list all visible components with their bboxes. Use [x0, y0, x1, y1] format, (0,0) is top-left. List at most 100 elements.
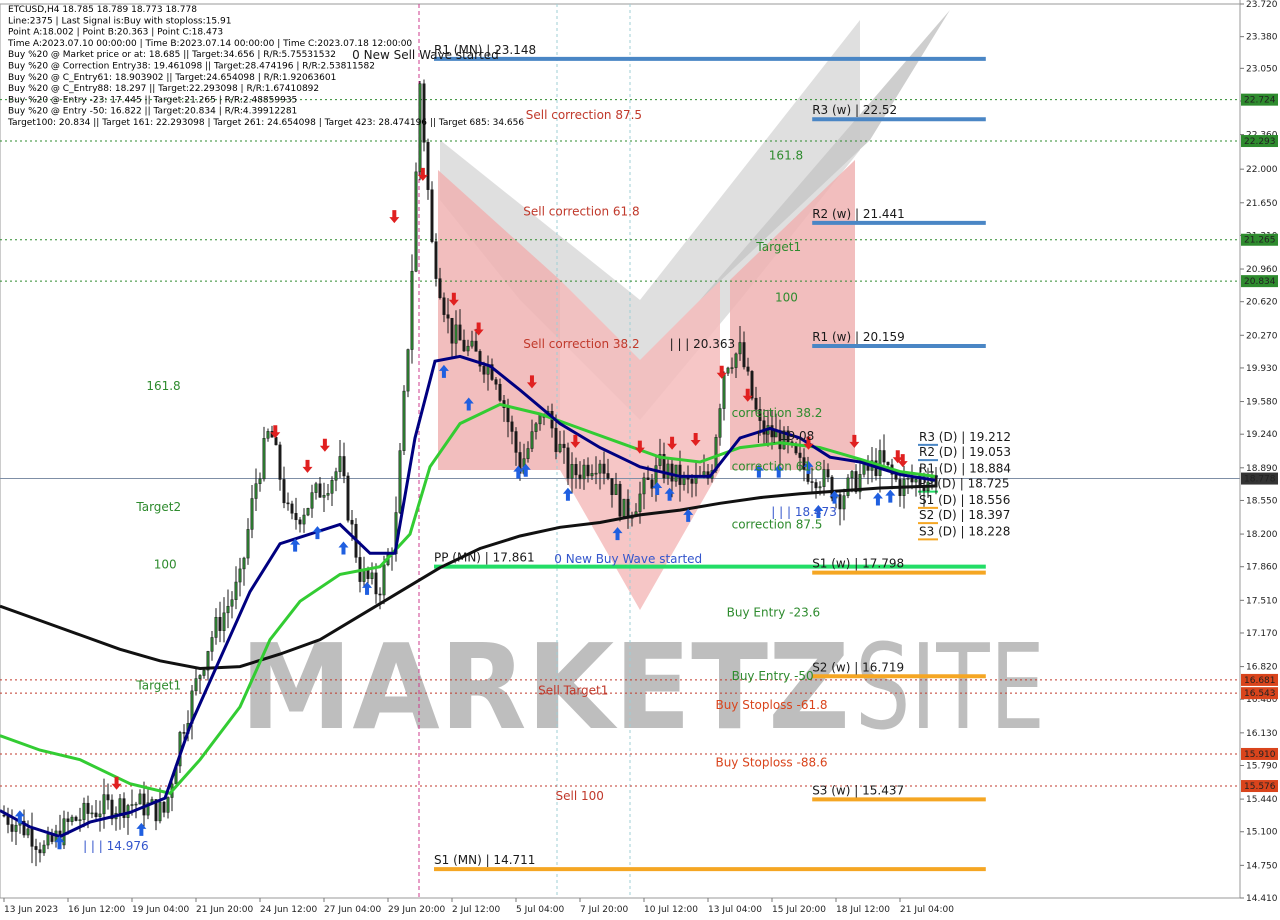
time-tick-label: 13 Jul 04:00 — [708, 905, 762, 915]
daily-pivot-label: R2 (D) | 19.053 — [919, 445, 1011, 459]
chart-annotation: 161.8 — [769, 149, 803, 163]
time-tick-label: 15 Jul 20:00 — [772, 905, 826, 915]
candle-body — [246, 529, 250, 559]
price-tick-label: 18.200 — [1246, 530, 1278, 540]
candle-body — [450, 317, 454, 344]
price-tag-label: 16.681 — [1244, 676, 1276, 686]
candle-body — [582, 464, 586, 480]
candle-body — [290, 503, 294, 514]
candle-body — [906, 478, 910, 480]
candle-body — [182, 732, 186, 734]
candle-body — [94, 812, 98, 817]
chart-annotation: 100 — [154, 558, 177, 572]
candle-body — [914, 479, 918, 483]
candle-body — [734, 353, 738, 368]
candle-body — [70, 816, 74, 822]
time-tick-label: 13 Jun 2023 — [4, 905, 58, 915]
price-tick-label: 15.440 — [1246, 795, 1278, 805]
candle-body — [430, 189, 434, 242]
candle-body — [14, 824, 18, 832]
candle-body — [282, 479, 286, 504]
candle-body — [554, 427, 558, 453]
candle-body — [226, 605, 230, 614]
chart-annotation: | | | 19.08 — [756, 429, 814, 443]
candle-body — [10, 824, 14, 832]
candle-body — [262, 438, 266, 480]
candle-body — [622, 498, 626, 517]
price-tick-label: 23.050 — [1246, 64, 1278, 74]
candle-body — [606, 473, 610, 479]
candle-body — [310, 492, 314, 509]
candle-body — [574, 464, 578, 476]
candle-body — [266, 431, 270, 439]
candle-body — [646, 477, 650, 480]
candle-body — [402, 390, 406, 451]
price-tick-label: 18.890 — [1246, 464, 1278, 474]
candle-body — [934, 475, 938, 488]
candle-body — [38, 849, 42, 854]
candle-body — [618, 483, 622, 517]
candle-body — [34, 846, 38, 850]
info-line: Buy %20 @ Entry -23: 17.445 || Target:21… — [8, 95, 297, 105]
chart-annotation: correction 61.8 — [732, 460, 823, 474]
chart-annotation: 161.8 — [146, 379, 180, 393]
candle-body — [82, 802, 86, 820]
price-tag-label: 22.724 — [1244, 96, 1276, 106]
candle-body — [298, 519, 302, 525]
price-tick-label: 20.620 — [1246, 298, 1278, 308]
candle-body — [350, 519, 354, 525]
candle-body — [426, 142, 430, 190]
candle-body — [558, 443, 562, 453]
candle-body — [746, 366, 750, 372]
info-line: Line:2375 | Last Signal is:Buy with stop… — [8, 16, 231, 26]
candle-body — [638, 493, 642, 512]
chart-annotation: Sell Target1 — [538, 683, 608, 697]
time-tick-label: 21 Jun 20:00 — [196, 905, 253, 915]
candle-body — [86, 802, 90, 814]
time-tick-label: 10 Jul 12:00 — [644, 905, 698, 915]
daily-pivot-label: S2 (D) | 18.397 — [919, 508, 1010, 522]
candle-body — [838, 494, 842, 510]
candle-body — [842, 495, 846, 510]
candle-body — [314, 483, 318, 493]
price-tick-label: 19.240 — [1246, 430, 1278, 440]
price-tick-label: 17.510 — [1246, 596, 1278, 606]
candle-body — [370, 572, 374, 579]
candle-body — [130, 804, 134, 806]
chart-annotation: 0 New Buy Wave started — [554, 552, 702, 566]
chart-annotation: | | | 14.976 — [83, 839, 149, 853]
candle-body — [602, 463, 606, 474]
candle-body — [46, 834, 50, 846]
candle-body — [642, 477, 646, 495]
candle-body — [414, 171, 418, 272]
chart-annotation: Buy Entry -50 — [732, 669, 814, 683]
candle-body — [334, 471, 338, 481]
candle-body — [218, 616, 222, 631]
price-axis: 23.72023.38023.05022.71022.36022.00021.6… — [1239, 0, 1280, 920]
price-chart: MARKETZ SITE R1 (MN) | 23.148R3 (w) | 22.… — [0, 0, 1280, 920]
info-line: ETCUSD,H4 18.785 18.789 18.773 18.778 — [8, 5, 197, 15]
price-tag-label: 15.910 — [1244, 750, 1276, 760]
candle-body — [118, 798, 122, 814]
chart-annotation: Buy Stoploss -88.6 — [715, 755, 827, 769]
candle-body — [306, 508, 310, 516]
candle-body — [286, 502, 290, 505]
time-tick-label: 5 Jul 04:00 — [516, 905, 565, 915]
candle-body — [258, 478, 262, 484]
chart-annotation: Target1 — [755, 240, 801, 254]
candle-body — [162, 801, 166, 813]
info-line: Buy %20 @ C_Entry88: 18.297 || Target:22… — [8, 84, 319, 94]
price-tag-label: 20.834 — [1244, 277, 1276, 287]
candle-body — [530, 431, 534, 449]
price-tag-label: 15.576 — [1244, 782, 1276, 792]
candle-body — [846, 477, 850, 496]
candle-body — [90, 812, 94, 815]
candle-body — [498, 383, 502, 401]
candle-body — [722, 372, 726, 409]
candle-body — [250, 498, 254, 530]
pivot-label: R2 (w) | 21.441 — [812, 207, 905, 221]
price-tick-label: 15.790 — [1246, 761, 1278, 771]
candle-body — [194, 678, 198, 692]
candle-body — [106, 794, 110, 801]
price-tick-label: 20.960 — [1246, 265, 1278, 275]
